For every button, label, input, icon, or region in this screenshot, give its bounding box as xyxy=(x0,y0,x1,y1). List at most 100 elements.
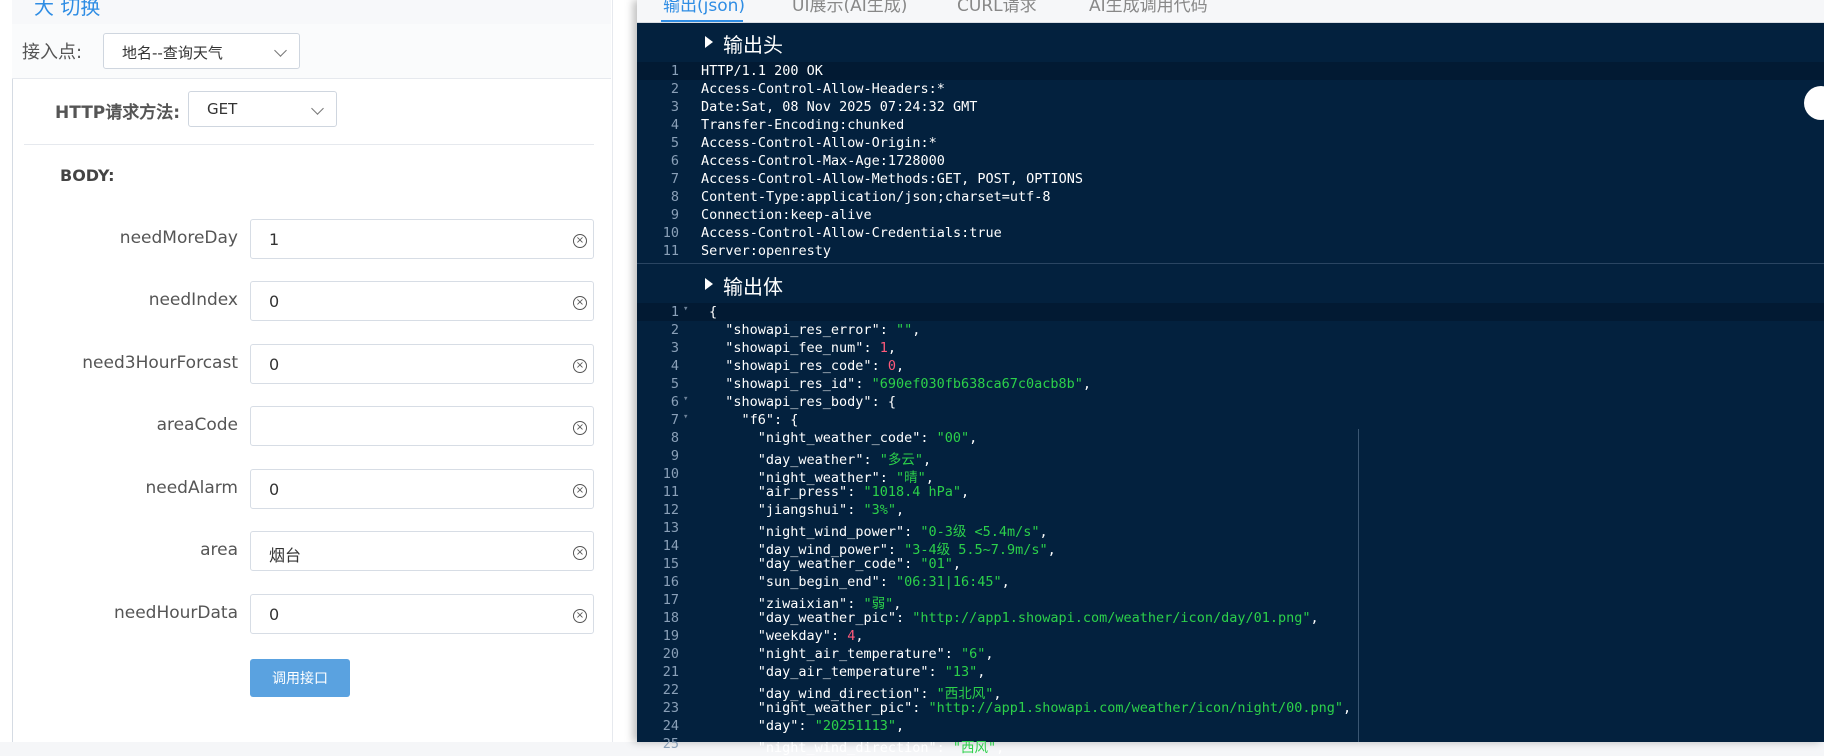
tab-json-output[interactable]: 输出(json) xyxy=(663,0,745,16)
json-line: 10 "night_weather": "晴", xyxy=(637,465,1824,486)
app-root: 大 切换 接入点: 地名--查询天气 HTTP请求方法: GET BODY: n… xyxy=(0,0,1824,756)
json-line: 7 ▾ "f6": { xyxy=(637,411,1824,429)
access-point-value: 地名--查询天气 xyxy=(122,44,223,62)
param-row: needIndex 0 × xyxy=(24,281,594,323)
chevron-down-icon xyxy=(311,102,324,115)
switch-tab-fragment[interactable]: 大 切换 xyxy=(34,0,100,20)
output-body-title: 输出体 xyxy=(723,275,783,299)
chevron-down-icon xyxy=(274,44,287,57)
clear-icon[interactable]: × xyxy=(573,546,587,560)
line-number: 2 xyxy=(670,322,679,338)
header-line: 6 Access-Control-Max-Age:1728000 xyxy=(637,152,1824,170)
json-line-text: { xyxy=(709,304,718,320)
json-line: 12 "jiangshui": "3%", xyxy=(637,501,1824,519)
header-line-text: Server:openresty xyxy=(701,243,832,259)
json-line: 19 "weekday": 4, xyxy=(637,627,1824,645)
param-label: areaCode xyxy=(156,415,238,435)
param-label: needHourData xyxy=(113,603,238,623)
request-panel: 大 切换 接入点: 地名--查询天气 HTTP请求方法: GET BODY: n… xyxy=(0,0,637,742)
json-line: 9 "day_weather": "多云", xyxy=(637,447,1824,468)
response-body-code: 1 ▾ {2 "showapi_res_error": "", 3 "showapi_… xyxy=(637,303,1824,756)
line-number: 5 xyxy=(670,376,679,392)
fold-toggle-icon[interactable]: ▾ xyxy=(683,394,688,404)
output-body-section-toggle[interactable]: 输出体 xyxy=(637,266,1824,302)
json-line: 1 ▾ { xyxy=(637,303,1824,321)
http-method-select[interactable]: GET xyxy=(188,91,337,127)
section-divider xyxy=(637,263,1824,264)
header-line: 9 Connection:keep-alive xyxy=(637,206,1824,224)
line-number: 5 xyxy=(670,135,679,151)
line-number: 23 xyxy=(662,700,679,716)
json-line: 20 "night_air_temperature": "6", xyxy=(637,645,1824,663)
output-header-section-toggle[interactable]: 输出头 xyxy=(637,24,1824,60)
param-input[interactable]: 烟台 × xyxy=(250,531,594,571)
json-line-text: "weekday": 4, xyxy=(757,628,864,644)
json-line: 22 "day_wind_direction": "西北风", xyxy=(637,681,1824,702)
json-line-text: "night_weather_code": "00", xyxy=(757,430,978,446)
param-label: area xyxy=(200,540,238,560)
call-api-button[interactable]: 调用接口 xyxy=(250,659,350,697)
header-line-text: Content-Type:application/json;charset=ut… xyxy=(701,189,1051,205)
line-number: 3 xyxy=(670,340,679,356)
json-line: 11 "air_press": "1018.4 hPa", xyxy=(637,483,1824,501)
line-number: 18 xyxy=(662,610,679,626)
clear-icon[interactable]: × xyxy=(573,484,587,498)
header-line: 4 Transfer-Encoding:chunked xyxy=(637,116,1824,134)
header-line: 1 HTTP/1.1 200 OK xyxy=(637,62,1824,80)
line-number: 10 xyxy=(662,225,679,241)
header-line: 5 Access-Control-Allow-Origin:* xyxy=(637,134,1824,152)
json-line-text: "night_air_temperature": "6", xyxy=(757,646,994,662)
http-method-row: HTTP请求方法: GET xyxy=(24,78,594,145)
header-line-text: Access-Control-Allow-Headers:* xyxy=(701,81,945,97)
json-line-text: "day_weather_pic": "http://app1.showapi.… xyxy=(757,610,1319,626)
param-input[interactable]: 0 × xyxy=(250,344,594,384)
tab-curl-request[interactable]: CURL请求 xyxy=(957,0,1037,16)
line-number: 8 xyxy=(670,430,679,446)
json-line-text: "day_weather_code": "01", xyxy=(757,556,962,572)
access-point-select[interactable]: 地名--查询天气 xyxy=(103,33,300,69)
param-label: needAlarm xyxy=(145,478,238,498)
header-line-text: Access-Control-Max-Age:1728000 xyxy=(701,153,945,169)
param-input[interactable]: 0 × xyxy=(250,469,594,509)
fold-toggle-icon[interactable]: ▾ xyxy=(683,304,688,314)
tab-ui-display[interactable]: UI展示(AI生成) xyxy=(792,0,907,16)
line-number: 9 xyxy=(670,448,679,464)
line-number: 7 xyxy=(670,171,679,187)
param-value: 0 xyxy=(269,605,280,624)
header-line-text: HTTP/1.1 200 OK xyxy=(701,63,823,79)
line-number: 1 xyxy=(670,304,679,320)
clear-icon[interactable]: × xyxy=(573,421,587,435)
param-input[interactable]: 0 × xyxy=(250,594,594,634)
caret-right-icon xyxy=(705,36,713,48)
tab-ai-code[interactable]: AI生成调用代码 xyxy=(1089,0,1208,16)
json-line: 25 "night_wind_direction": "西风", xyxy=(637,735,1824,756)
line-number: 24 xyxy=(662,718,679,734)
param-input[interactable]: 1 × xyxy=(250,219,594,259)
param-input[interactable]: 0 × xyxy=(250,281,594,321)
json-line: 6 ▾ "showapi_res_body": { xyxy=(637,393,1824,411)
param-value: 0 xyxy=(269,355,280,374)
line-number: 1 xyxy=(670,63,679,79)
clear-icon[interactable]: × xyxy=(573,234,587,248)
line-number: 13 xyxy=(662,520,679,536)
line-number: 22 xyxy=(662,682,679,698)
json-line-text: "showapi_res_id": "690ef030fb638ca67c0ac… xyxy=(725,376,1092,392)
line-number: 6 xyxy=(670,153,679,169)
clear-icon[interactable]: × xyxy=(573,609,587,623)
fold-toggle-icon[interactable]: ▾ xyxy=(683,412,688,422)
line-number: 4 xyxy=(670,358,679,374)
line-number: 11 xyxy=(662,243,679,259)
clear-icon[interactable]: × xyxy=(573,359,587,373)
line-number: 14 xyxy=(662,538,679,554)
json-line: 2 "showapi_res_error": "", xyxy=(637,321,1824,339)
json-line: 5 "showapi_res_id": "690ef030fb638ca67c0… xyxy=(637,375,1824,393)
output-tabs: 输出(json) UI展示(AI生成) CURL请求 AI生成调用代码 xyxy=(637,0,1824,23)
param-row: needAlarm 0 × xyxy=(24,469,594,511)
header-line-text: Date:Sat, 08 Nov 2025 07:24:32 GMT xyxy=(701,99,978,115)
panel-topbar: 大 切换 xyxy=(12,0,611,25)
param-input[interactable]: × xyxy=(250,406,594,446)
json-line: 18 "day_weather_pic": "http://app1.showa… xyxy=(637,609,1824,627)
header-line: 2 Access-Control-Allow-Headers:* xyxy=(637,80,1824,98)
json-line-text: "showapi_res_body": { xyxy=(725,394,896,410)
clear-icon[interactable]: × xyxy=(573,296,587,310)
